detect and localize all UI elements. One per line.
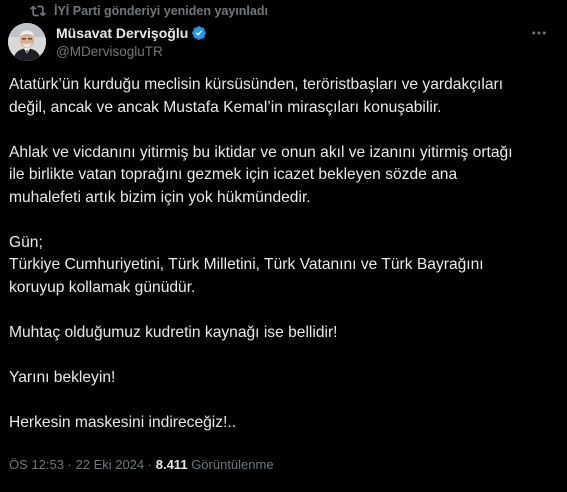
author-display-name[interactable]: Müsavat Dervişoğlu (56, 25, 188, 41)
tweet-date[interactable]: 22 Eki 2024 (76, 457, 145, 472)
tweet-line: ile birlikte vatan toprağını gezmek için… (9, 166, 458, 183)
author-handle[interactable]: @MDervisogluTR (56, 43, 551, 61)
tweet-line: Gün; (9, 233, 43, 251)
tweet-line: Yarını bekleyin! (9, 368, 116, 386)
views-count[interactable]: 8.411 (156, 457, 188, 472)
repost-indicator[interactable]: İYİ Parti gönderiyi yeniden yayınladı (30, 2, 268, 20)
tweet: İYİ Parti gönderiyi yeniden yayınladı Mü… (0, 0, 567, 492)
tweet-line: Türkiye Cumhuriyetini, Türk Milletini, T… (9, 256, 484, 273)
tweet-line: Atatürk’ün kurduğu meclisin kürsüsünden,… (9, 76, 504, 93)
tweet-text: Atatürk’ün kurduğu meclisin kürsüsünden,… (9, 74, 559, 434)
verified-badge-icon[interactable] (191, 25, 207, 41)
tweet-meta: ÖS 12:53 · 22 Eki 2024 · 8.411 Görüntüle… (9, 456, 274, 474)
tweet-header: Müsavat Dervişoğlu @MDervisogluTR (56, 23, 551, 61)
views-label: Görüntülenme (191, 457, 274, 472)
more-options-icon[interactable] (529, 25, 549, 41)
tweet-line: Muhtaç olduğumuz kudretin kaynağı ise be… (9, 323, 338, 341)
tweet-line: muhalefeti artık bizim için yok hükmünde… (9, 188, 311, 206)
author-name-row: Müsavat Dervişoğlu (56, 23, 551, 42)
avatar[interactable] (8, 23, 46, 61)
tweet-line: değil, ancak ve ancak Mustafa Kemal’in m… (9, 98, 442, 116)
meta-separator: · (144, 457, 156, 472)
tweet-line: koruyup kollamak günüdür. (9, 278, 196, 296)
tweet-line: Ahlak ve vicdanını yitirmiş bu iktidar v… (9, 143, 513, 161)
tweet-line: Herkesin maskesini indireceğiz!.. (9, 413, 237, 431)
repost-icon (30, 3, 46, 19)
meta-separator: · (63, 457, 76, 472)
tweet-time[interactable]: ÖS 12:53 (9, 457, 64, 472)
repost-text: İYİ Parti gönderiyi yeniden yayınladı (54, 4, 268, 18)
